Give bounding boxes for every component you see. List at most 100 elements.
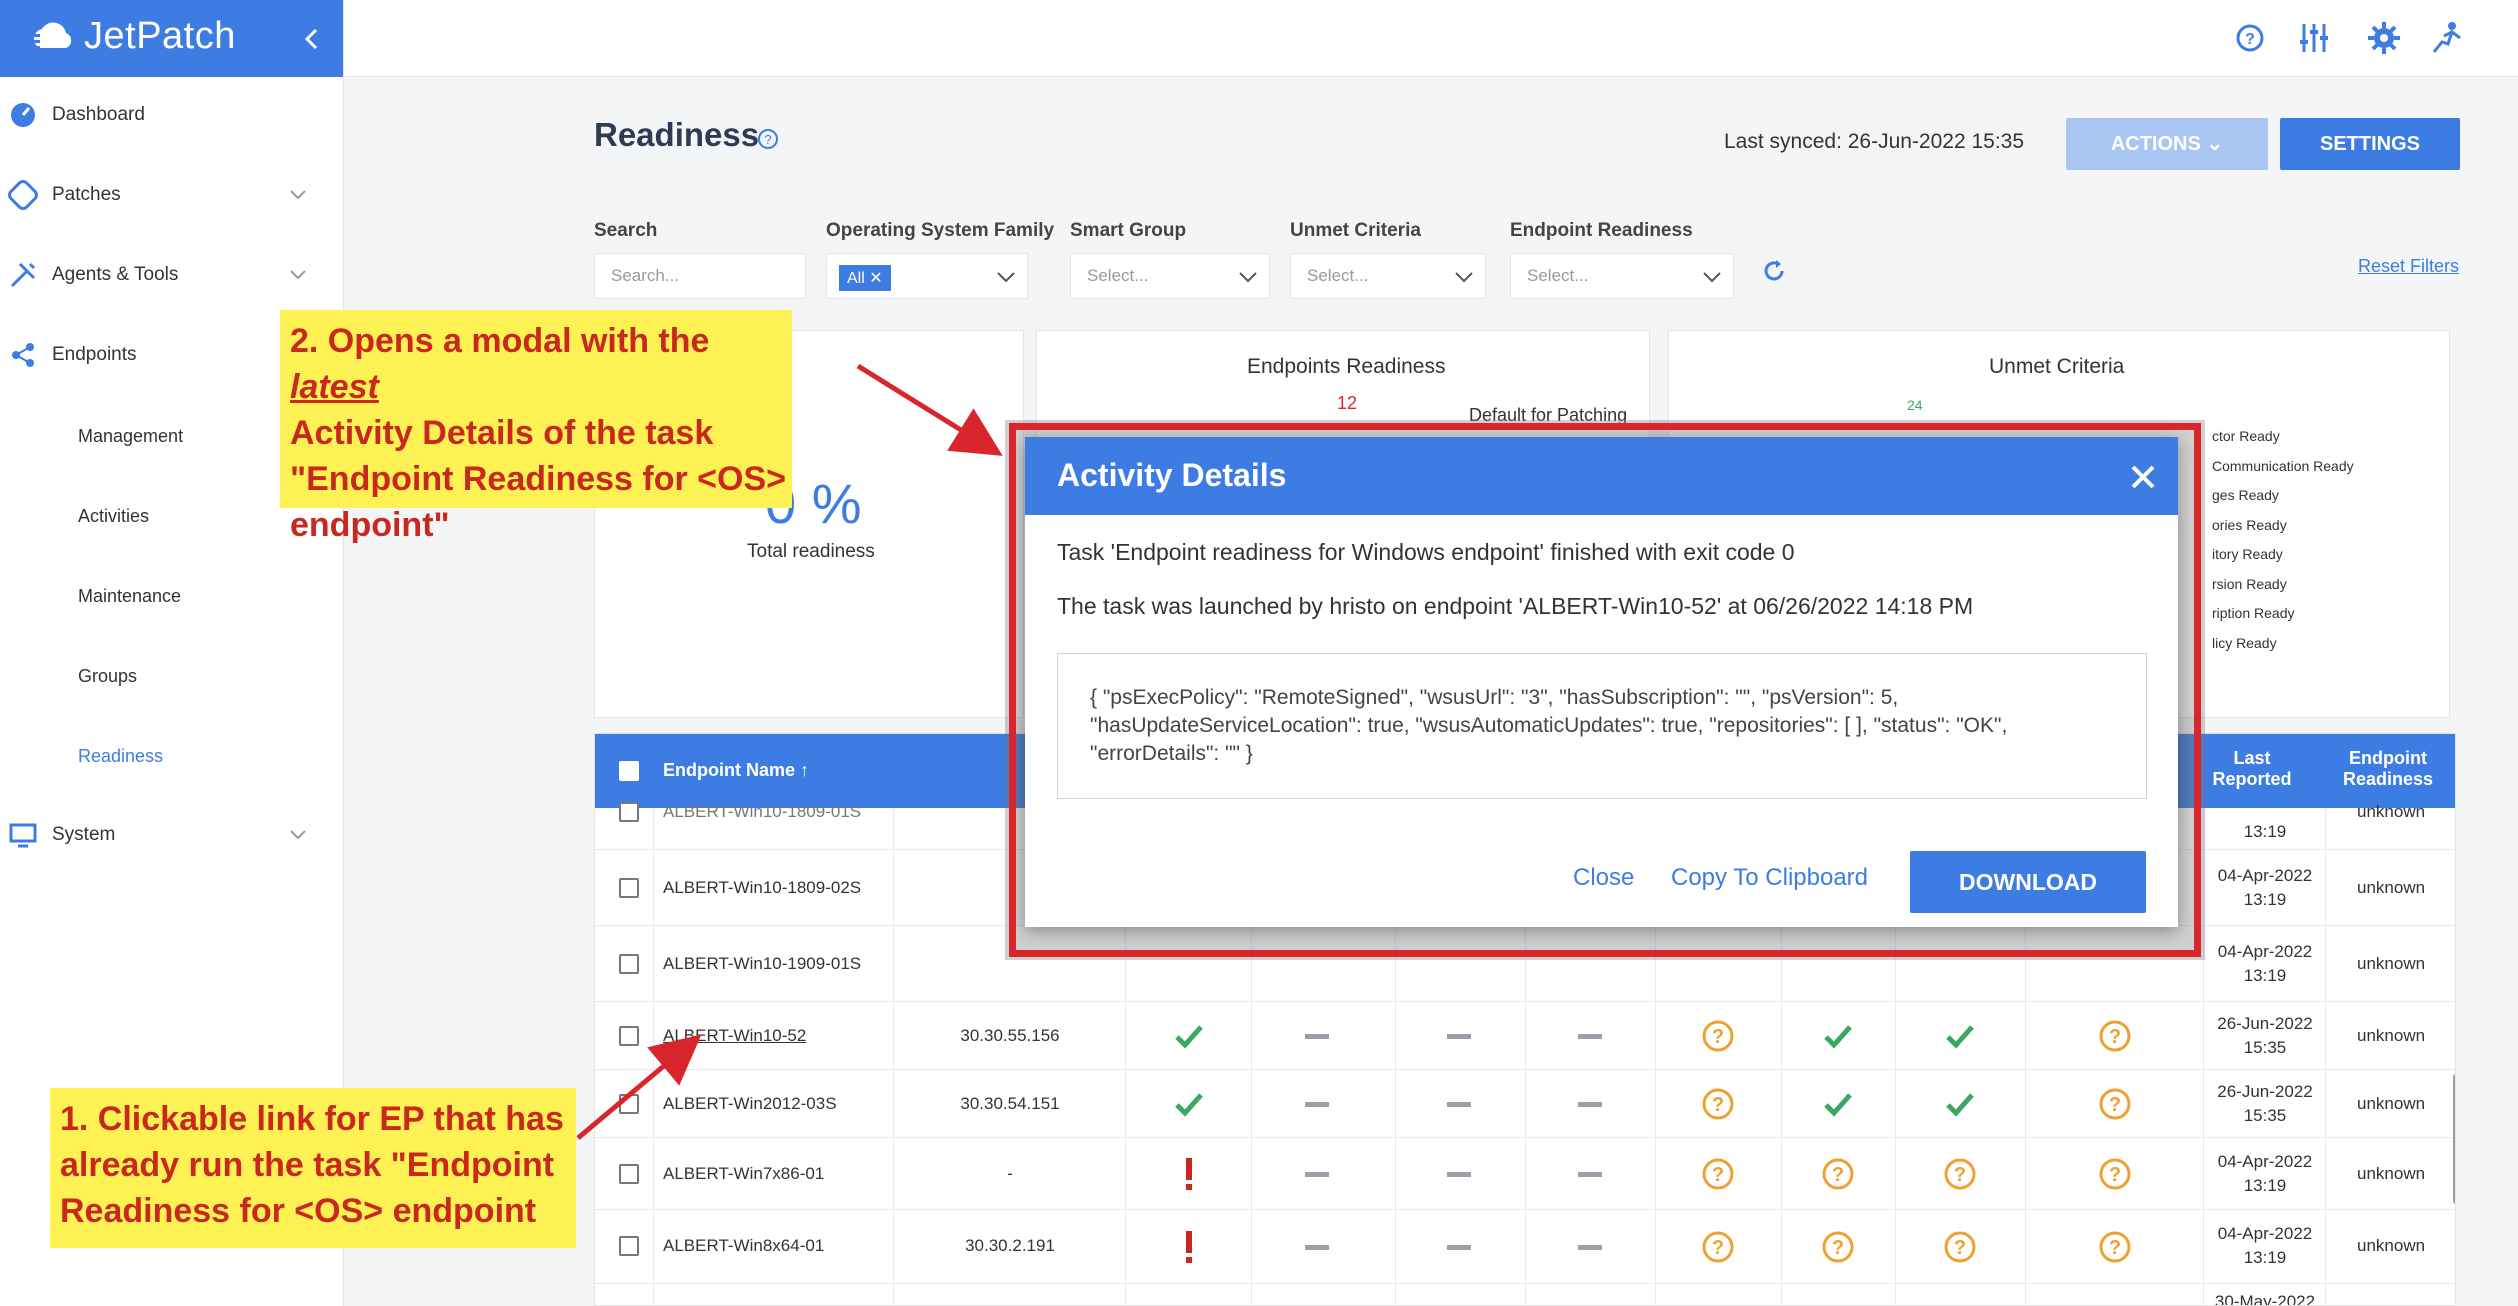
dash-icon bbox=[1305, 1172, 1329, 1177]
row-checkbox[interactable] bbox=[619, 1094, 639, 1114]
unmet-legend-item: rsion Ready bbox=[2212, 575, 2287, 592]
endpoint-name[interactable]: ALBERT-Win10-1809-01S bbox=[663, 802, 861, 822]
column-endpoint-readiness[interactable]: Endpoint Readiness bbox=[2333, 748, 2443, 790]
endpoint-name[interactable]: ALBERT-Win10-1909-01S bbox=[663, 954, 861, 974]
os-family-select[interactable]: All ✕ bbox=[826, 253, 1028, 299]
row-checkbox[interactable] bbox=[619, 1164, 639, 1184]
scrollbar[interactable] bbox=[2453, 1074, 2455, 1204]
endpoint-name[interactable]: ALBERT-Win10-1809-02S bbox=[663, 878, 861, 898]
svg-text:?: ? bbox=[1712, 1164, 1724, 1186]
column-last-reported[interactable]: Last Reported bbox=[2205, 748, 2299, 790]
question-icon: ? bbox=[2099, 1158, 2131, 1190]
sidebar-item-system[interactable]: System bbox=[0, 806, 344, 866]
logout-icon[interactable] bbox=[2426, 18, 2466, 58]
actions-button[interactable]: ACTIONS ⌄ bbox=[2066, 118, 2268, 170]
settings-button[interactable]: SETTINGS bbox=[2280, 118, 2460, 170]
table-row[interactable]: 30-May-2022 bbox=[595, 1284, 2455, 1305]
sidebar-subitem-readiness[interactable]: Readiness bbox=[78, 746, 163, 767]
unmet-criteria-count: 24 bbox=[1907, 397, 1923, 413]
gear-icon[interactable] bbox=[2364, 18, 2404, 58]
table-row[interactable]: ALBERT-Win7x86-01 - 04-Apr-2022 13:19 un… bbox=[595, 1138, 2455, 1210]
endpoint-readiness-select[interactable]: Select... bbox=[1510, 253, 1734, 299]
dashboard-icon bbox=[11, 103, 35, 127]
readiness-status: unknown bbox=[2357, 878, 2426, 897]
readiness-status: unknown bbox=[2357, 802, 2426, 821]
help-icon[interactable]: ? bbox=[756, 127, 780, 151]
os-chip[interactable]: All ✕ bbox=[839, 265, 891, 291]
row-checkbox[interactable] bbox=[619, 1026, 639, 1046]
last-reported-time: 13:19 bbox=[2243, 1176, 2287, 1195]
column-endpoint-name[interactable]: Endpoint Name ↑ bbox=[663, 760, 809, 781]
sidebar-item-dashboard[interactable]: Dashboard bbox=[0, 86, 344, 146]
sidebar-subitem-activities[interactable]: Activities bbox=[78, 506, 149, 527]
chevron-down-icon bbox=[1239, 272, 1257, 283]
dash-icon bbox=[1305, 1245, 1329, 1250]
readiness-status: unknown bbox=[2357, 1094, 2426, 1113]
table-row[interactable]: ALBERT-Win2012-03S 30.30.54.151 26-Jun-2… bbox=[595, 1070, 2455, 1138]
endpoint-name[interactable]: ALBERT-Win7x86-01 bbox=[663, 1164, 824, 1184]
unmet-criteria-legend: ctor Ready Communication Ready ges Ready or… bbox=[2212, 422, 2354, 658]
table-row[interactable]: ALBERT-Win10-52 30.30.55.156 26-Jun-2022… bbox=[595, 1002, 2455, 1070]
sidebar-item-patches[interactable]: Patches bbox=[0, 166, 344, 226]
svg-text:?: ? bbox=[2109, 1237, 2121, 1259]
dash-icon bbox=[1305, 1034, 1329, 1039]
endpoint-name-link[interactable]: ALBERT-Win10-52 bbox=[663, 1026, 806, 1046]
unmet-criteria-label: Unmet Criteria bbox=[1290, 220, 1421, 241]
search-input[interactable]: Search... bbox=[594, 253, 806, 299]
last-synced: Last synced: 26-Jun-2022 15:35 bbox=[1724, 130, 2025, 153]
sliders-icon[interactable] bbox=[2294, 18, 2334, 58]
row-checkbox[interactable] bbox=[619, 802, 639, 822]
highlight-box bbox=[1009, 423, 2201, 957]
sidebar-subitem-maintenance[interactable]: Maintenance bbox=[78, 586, 181, 607]
annotation-note-2: 2. Opens a modal with the latest Activity… bbox=[280, 310, 792, 544]
sort-up-icon: ↑ bbox=[800, 760, 810, 780]
last-reported-time: 13:19 bbox=[2243, 822, 2287, 841]
close-icon[interactable]: ✕ bbox=[869, 270, 882, 287]
question-icon: ? bbox=[1944, 1158, 1976, 1190]
svg-text:?: ? bbox=[764, 132, 771, 147]
chevron-down-icon: ⌄ bbox=[2206, 133, 2224, 155]
unmet-criteria-title: Unmet Criteria bbox=[1989, 355, 2125, 378]
svg-text:?: ? bbox=[2109, 1164, 2121, 1186]
check-icon bbox=[1946, 1093, 1974, 1117]
refresh-icon[interactable] bbox=[1760, 257, 1788, 285]
unmet-legend-item: ription Ready bbox=[2212, 605, 2295, 621]
column-endpoint-name-label: Endpoint Name bbox=[663, 760, 796, 780]
unmet-legend-item: Communication Ready bbox=[2212, 457, 2354, 474]
ip-address: 30.30.54.151 bbox=[960, 1094, 1060, 1113]
sidebar-subitem-management[interactable]: Management bbox=[78, 426, 183, 447]
sidebar-item-label: System bbox=[52, 824, 116, 845]
dash-icon bbox=[1578, 1172, 1602, 1177]
unmet-criteria-select[interactable]: Select... bbox=[1290, 253, 1486, 299]
collapse-sidebar-icon[interactable] bbox=[302, 27, 322, 51]
last-reported-time: 13:19 bbox=[2243, 890, 2287, 909]
row-checkbox[interactable] bbox=[619, 954, 639, 974]
endpoint-name[interactable]: ALBERT-Win8x64-01 bbox=[663, 1236, 824, 1256]
svg-text:?: ? bbox=[1832, 1237, 1844, 1259]
last-reported-date: 26-Jun-2022 bbox=[2217, 1082, 2313, 1101]
question-icon: ? bbox=[1702, 1088, 1734, 1120]
sidebar-subitem-groups[interactable]: Groups bbox=[78, 666, 137, 687]
endpoint-readiness-placeholder: Select... bbox=[1527, 266, 1589, 285]
dash-icon bbox=[1447, 1172, 1471, 1177]
unmet-legend-item: ories Ready bbox=[2212, 516, 2287, 533]
unmet-criteria-placeholder: Select... bbox=[1307, 266, 1369, 285]
row-checkbox[interactable] bbox=[619, 1236, 639, 1256]
sidebar-item-label: Agents & Tools bbox=[52, 264, 179, 285]
last-reported-date: 04-Apr-2022 bbox=[2217, 866, 2313, 885]
unmet-legend-item: itory Ready bbox=[2212, 546, 2283, 562]
brand-bar: JetPatch bbox=[0, 0, 343, 77]
table-row[interactable]: ALBERT-Win8x64-01 30.30.2.191 04-Apr-202… bbox=[595, 1210, 2455, 1284]
smart-group-select[interactable]: Select... bbox=[1070, 253, 1270, 299]
question-icon: ? bbox=[1702, 1158, 1734, 1190]
row-checkbox[interactable] bbox=[619, 878, 639, 898]
top-bar: ? bbox=[344, 0, 2518, 77]
os-family-label: Operating System Family bbox=[826, 220, 1055, 241]
reset-filters-link[interactable]: Reset Filters bbox=[2358, 256, 2459, 277]
chevron-down-icon bbox=[290, 190, 306, 200]
help-icon[interactable]: ? bbox=[2230, 18, 2270, 58]
select-all-checkbox[interactable] bbox=[619, 761, 639, 781]
question-icon: ? bbox=[2099, 1088, 2131, 1120]
sidebar-item-agents-tools[interactable]: Agents & Tools bbox=[0, 246, 344, 306]
endpoint-name[interactable]: ALBERT-Win2012-03S bbox=[663, 1094, 837, 1114]
